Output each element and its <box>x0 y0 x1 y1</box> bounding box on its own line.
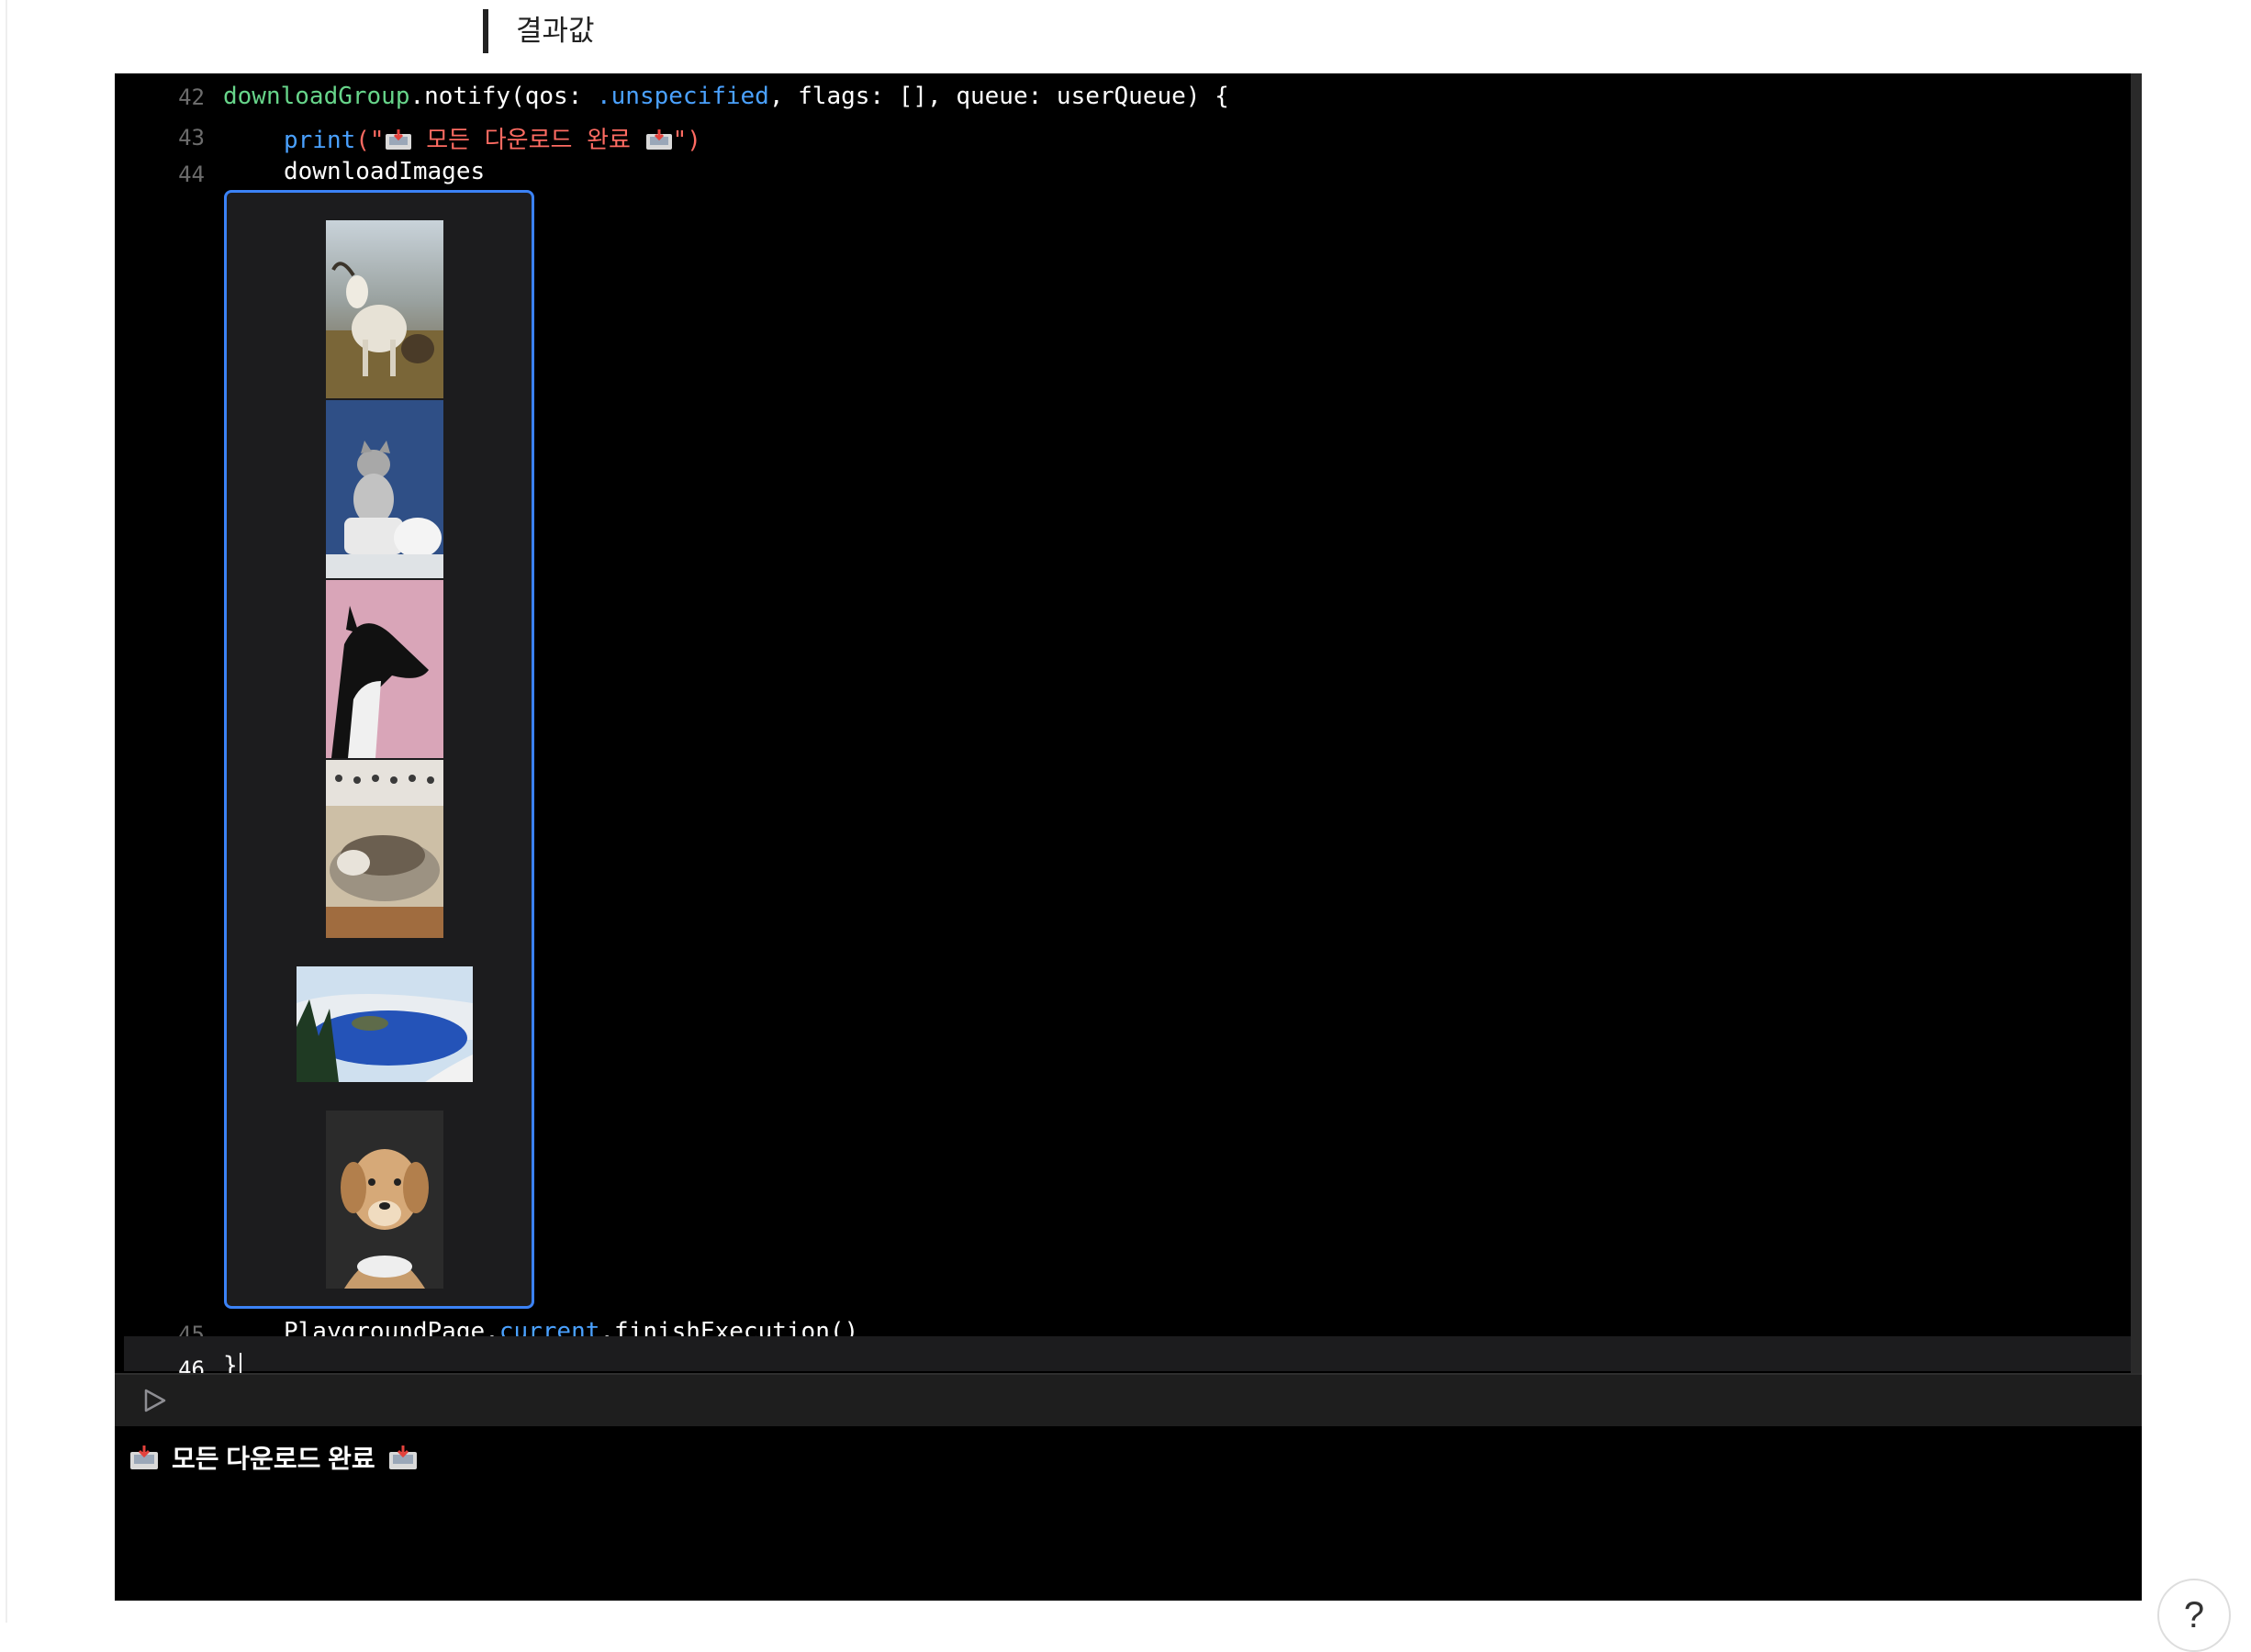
code-editor[interactable]: 42 downloadGroup.notify(qos: .unspecifie… <box>115 73 2142 1601</box>
goat-photo <box>326 220 443 398</box>
crater-lake-photo <box>297 966 473 1082</box>
inbox-tray-icon <box>645 129 672 150</box>
code-token: , flags: [], queue: userQueue) { <box>768 83 1229 110</box>
code-token: downloadGroup <box>223 83 410 110</box>
line-number: 42 <box>178 84 205 110</box>
page-left-rule <box>6 0 7 1623</box>
code-token: .notify(qos: <box>409 83 597 110</box>
code-line-42[interactable]: downloadGroup.notify(qos: .unspecified, … <box>223 83 1229 110</box>
line-number: 43 <box>178 125 205 151</box>
image-preview-panel[interactable] <box>224 190 534 1309</box>
inbox-tray-icon <box>388 1446 417 1469</box>
code-token: ") <box>672 127 701 154</box>
help-icon: ? <box>2183 1595 2205 1635</box>
greyhound-photo <box>326 580 443 758</box>
inbox-tray-icon <box>130 1446 158 1469</box>
play-icon[interactable] <box>142 1388 168 1413</box>
code-token: .unspecified <box>597 83 769 110</box>
debug-bar <box>115 1373 2142 1426</box>
code-token: print <box>284 127 356 154</box>
current-line-highlight <box>124 1336 2131 1371</box>
help-button[interactable]: ? <box>2157 1579 2231 1652</box>
console-output: 모든 다운로드 완료 <box>129 1439 418 1476</box>
line-number: 44 <box>178 162 205 187</box>
section-heading: 결과값 <box>516 15 595 47</box>
heading-accent-bar <box>483 9 488 53</box>
inbox-tray-icon <box>385 129 411 150</box>
console-output-text: 모든 다운로드 완료 <box>172 1445 375 1473</box>
code-line-44[interactable]: downloadImages <box>284 158 485 185</box>
code-token: 모든 다운로드 완료 <box>411 127 645 154</box>
code-token: (" <box>355 127 385 154</box>
editor-scrollbar[interactable] <box>2131 73 2142 1373</box>
tabby-cat-photo <box>326 760 443 938</box>
code-line-43[interactable]: print(" 모든 다운로드 완료 ") <box>284 121 701 155</box>
kitten-photo <box>326 400 443 578</box>
dog-photo <box>326 1111 443 1289</box>
